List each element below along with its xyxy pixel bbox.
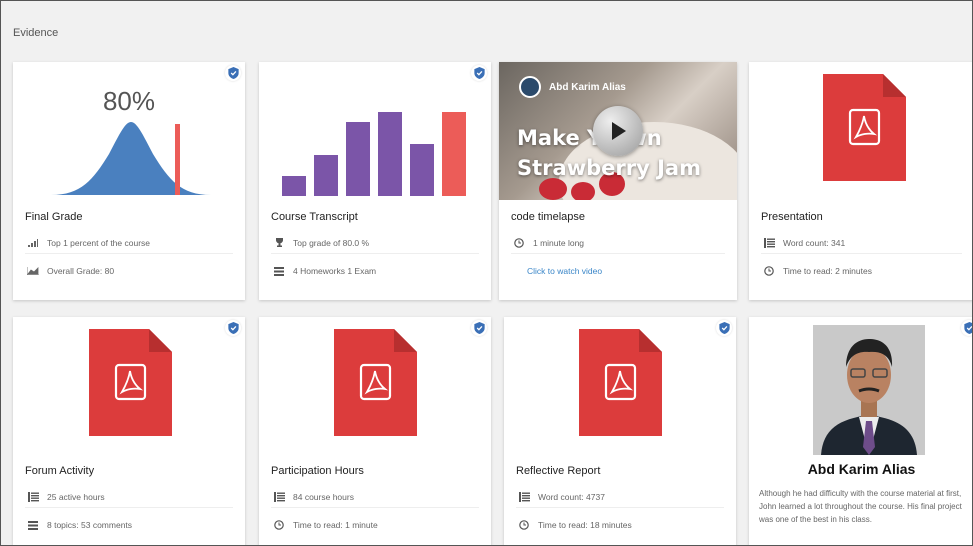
pdf-file-icon	[823, 74, 906, 181]
play-icon	[612, 122, 626, 140]
text-lines-icon	[271, 491, 287, 502]
profile-photo	[813, 325, 925, 455]
pdf-file-icon	[579, 329, 662, 436]
meta-text: Top grade of 80.0 %	[293, 237, 370, 248]
meta-row: Overall Grade: 80	[25, 260, 233, 282]
verified-badge-icon	[225, 65, 241, 81]
strawberry-image	[539, 178, 567, 200]
evidence-panel: Evidence 80% Final Grade Top 1 percent o…	[0, 0, 973, 546]
verified-badge-icon	[225, 320, 241, 336]
participation-hours-card[interactable]: Participation Hours 84 course hours Time…	[259, 317, 491, 545]
meta-row: 1 minute long	[511, 232, 725, 254]
pdf-file-icon	[334, 329, 417, 436]
text-lines-icon	[25, 491, 41, 502]
grade-distribution-chart	[51, 122, 211, 195]
text-lines-icon	[516, 491, 532, 502]
meta-row: Top grade of 80.0 %	[271, 232, 479, 254]
video-author: Abd Karim Alias	[519, 76, 626, 98]
verified-badge-icon	[961, 320, 972, 336]
card-title: code timelapse	[511, 211, 585, 223]
presentation-card[interactable]: Presentation Word count: 341 Time to rea…	[749, 62, 972, 300]
area-chart-icon	[25, 267, 41, 275]
meta-text: Overall Grade: 80	[47, 266, 115, 276]
meta-row: Word count: 4737	[516, 486, 724, 508]
profile-description: Although he had difficulty with the cour…	[759, 489, 962, 524]
meta-row: 8 topics: 53 comments	[25, 514, 233, 536]
meta-text: Word count: 4737	[538, 491, 605, 502]
meta-text: 84 course hours	[293, 491, 354, 502]
profile-card[interactable]: Abd Karim Alias Although he had difficul…	[749, 317, 972, 545]
meta-text: Top 1 percent of the course	[47, 237, 151, 248]
card-title: Reflective Report	[516, 465, 601, 477]
verified-badge-icon	[471, 320, 487, 336]
distribution-curve	[51, 122, 211, 195]
meta-text: Word count: 341	[783, 237, 846, 248]
meta-row: 25 active hours	[25, 486, 233, 508]
card-title: Final Grade	[25, 211, 83, 223]
list-icon	[25, 520, 41, 530]
meta-row: 4 Homeworks 1 Exam	[271, 260, 479, 282]
meta-text: Time to read: 18 minutes	[538, 520, 632, 530]
card-title: Forum Activity	[25, 465, 95, 477]
video-author-name: Abd Karim Alias	[549, 81, 626, 93]
code-timelapse-card[interactable]: Abd Karim Alias Make Y Own Strawberry Ja…	[499, 62, 737, 300]
course-transcript-card[interactable]: Course Transcript Top grade of 80.0 % 4 …	[259, 62, 491, 300]
verified-badge-icon	[716, 320, 732, 336]
card-title: Participation Hours	[271, 465, 364, 477]
meta-text: 1 minute long	[533, 237, 585, 248]
verified-badge-icon	[471, 65, 487, 81]
meta-row: Time to read: 18 minutes	[516, 514, 724, 536]
meta-text: 4 Homeworks 1 Exam	[293, 266, 377, 276]
clock-icon	[761, 266, 777, 276]
meta-row: Time to read: 2 minutes	[761, 260, 962, 282]
meta-row: Time to read: 1 minute	[271, 514, 479, 536]
reflective-report-card[interactable]: Reflective Report Word count: 4737 Time …	[504, 317, 736, 545]
author-avatar	[519, 76, 541, 98]
meta-text: 25 active hours	[47, 491, 105, 502]
meta-text: Time to read: 2 minutes	[783, 266, 872, 276]
meta-row: Word count: 341	[761, 232, 962, 254]
watch-video-link[interactable]: Click to watch video	[527, 260, 725, 282]
transcript-bar-chart	[282, 104, 468, 196]
final-grade-card[interactable]: 80% Final Grade Top 1 percent of the cou…	[13, 62, 245, 300]
clock-icon	[271, 520, 287, 530]
meta-text: 8 topics: 53 comments	[47, 520, 133, 530]
meta-row: Top 1 percent of the course	[25, 232, 233, 254]
video-title-line: Strawberry Jam	[517, 156, 701, 180]
transcript-bar	[410, 144, 434, 196]
clock-icon	[511, 237, 527, 248]
grade-marker	[175, 124, 180, 195]
play-button[interactable]	[593, 106, 643, 156]
profile-name: Abd Karim Alias	[807, 461, 916, 477]
clock-icon	[516, 520, 532, 530]
video-thumbnail[interactable]: Abd Karim Alias Make Y Own Strawberry Ja…	[499, 62, 737, 200]
card-title: Course Transcript	[271, 211, 358, 223]
pdf-file-icon	[89, 329, 172, 436]
signal-bars-icon	[25, 238, 41, 247]
strawberry-image	[571, 182, 595, 200]
card-title: Presentation	[761, 211, 823, 223]
forum-activity-card[interactable]: Forum Activity 25 active hours 8 topics:…	[13, 317, 245, 545]
list-icon	[271, 266, 287, 276]
transcript-bar	[378, 112, 402, 196]
trophy-icon	[271, 238, 287, 247]
transcript-bar	[346, 122, 370, 196]
transcript-bar	[314, 155, 338, 196]
transcript-bar	[282, 176, 306, 196]
section-title: Evidence	[13, 27, 59, 39]
meta-text: Time to read: 1 minute	[293, 520, 378, 530]
text-lines-icon	[761, 237, 777, 248]
transcript-bar	[442, 112, 466, 196]
meta-row: 84 course hours	[271, 486, 479, 508]
